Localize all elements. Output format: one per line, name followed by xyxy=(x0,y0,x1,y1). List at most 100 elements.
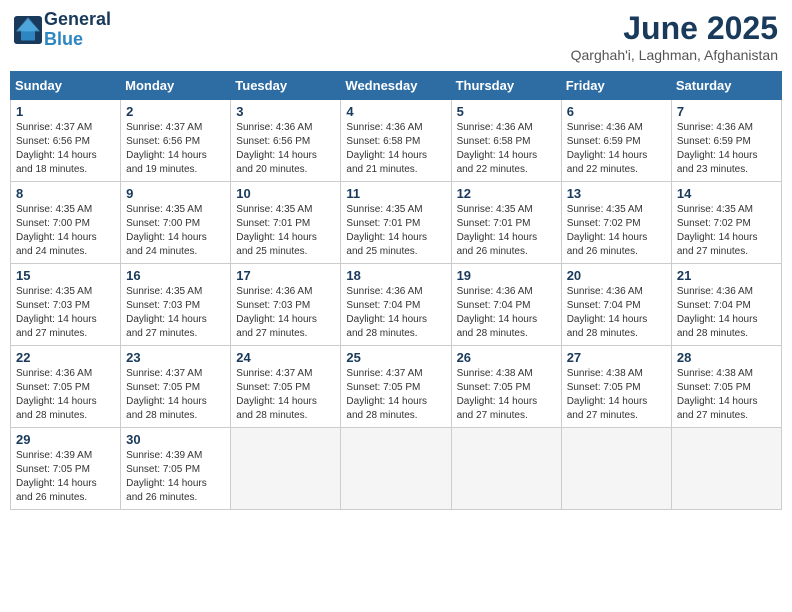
day-info: Sunrise: 4:36 AMSunset: 7:04 PMDaylight:… xyxy=(677,285,776,341)
calendar-table: SundayMondayTuesdayWednesdayThursdayFrid… xyxy=(10,71,782,510)
day-info: Sunrise: 4:36 AMSunset: 6:58 PMDaylight:… xyxy=(346,121,445,177)
day-number: 7 xyxy=(677,104,776,119)
calendar-cell: 26 Sunrise: 4:38 AMSunset: 7:05 PMDaylig… xyxy=(451,346,561,428)
day-number: 11 xyxy=(346,186,445,201)
day-info: Sunrise: 4:39 AMSunset: 7:05 PMDaylight:… xyxy=(16,449,115,505)
day-info: Sunrise: 4:35 AMSunset: 7:00 PMDaylight:… xyxy=(16,203,115,259)
calendar-header-row: SundayMondayTuesdayWednesdayThursdayFrid… xyxy=(11,72,782,100)
col-header-thursday: Thursday xyxy=(451,72,561,100)
day-number: 5 xyxy=(457,104,556,119)
logo: General Blue xyxy=(14,10,111,50)
day-number: 9 xyxy=(126,186,225,201)
calendar-week-row: 29 Sunrise: 4:39 AMSunset: 7:05 PMDaylig… xyxy=(11,428,782,510)
calendar-cell: 25 Sunrise: 4:37 AMSunset: 7:05 PMDaylig… xyxy=(341,346,451,428)
day-info: Sunrise: 4:37 AMSunset: 6:56 PMDaylight:… xyxy=(126,121,225,177)
calendar-cell: 15 Sunrise: 4:35 AMSunset: 7:03 PMDaylig… xyxy=(11,264,121,346)
day-info: Sunrise: 4:38 AMSunset: 7:05 PMDaylight:… xyxy=(457,367,556,423)
calendar-cell: 21 Sunrise: 4:36 AMSunset: 7:04 PMDaylig… xyxy=(671,264,781,346)
calendar-cell: 19 Sunrise: 4:36 AMSunset: 7:04 PMDaylig… xyxy=(451,264,561,346)
calendar-week-row: 1 Sunrise: 4:37 AMSunset: 6:56 PMDayligh… xyxy=(11,100,782,182)
calendar-week-row: 22 Sunrise: 4:36 AMSunset: 7:05 PMDaylig… xyxy=(11,346,782,428)
col-header-friday: Friday xyxy=(561,72,671,100)
day-number: 14 xyxy=(677,186,776,201)
day-number: 16 xyxy=(126,268,225,283)
day-number: 24 xyxy=(236,350,335,365)
calendar-cell: 27 Sunrise: 4:38 AMSunset: 7:05 PMDaylig… xyxy=(561,346,671,428)
title-area: June 2025 Qarghah'i, Laghman, Afghanista… xyxy=(571,10,778,63)
calendar-cell: 20 Sunrise: 4:36 AMSunset: 7:04 PMDaylig… xyxy=(561,264,671,346)
calendar-cell xyxy=(341,428,451,510)
col-header-sunday: Sunday xyxy=(11,72,121,100)
day-number: 6 xyxy=(567,104,666,119)
day-info: Sunrise: 4:35 AMSunset: 7:02 PMDaylight:… xyxy=(567,203,666,259)
calendar-cell: 13 Sunrise: 4:35 AMSunset: 7:02 PMDaylig… xyxy=(561,182,671,264)
day-info: Sunrise: 4:37 AMSunset: 7:05 PMDaylight:… xyxy=(236,367,335,423)
calendar-cell: 24 Sunrise: 4:37 AMSunset: 7:05 PMDaylig… xyxy=(231,346,341,428)
calendar-cell: 10 Sunrise: 4:35 AMSunset: 7:01 PMDaylig… xyxy=(231,182,341,264)
day-info: Sunrise: 4:35 AMSunset: 7:00 PMDaylight:… xyxy=(126,203,225,259)
calendar-cell: 18 Sunrise: 4:36 AMSunset: 7:04 PMDaylig… xyxy=(341,264,451,346)
day-number: 22 xyxy=(16,350,115,365)
logo-icon xyxy=(14,16,42,44)
calendar-cell: 29 Sunrise: 4:39 AMSunset: 7:05 PMDaylig… xyxy=(11,428,121,510)
calendar-cell: 14 Sunrise: 4:35 AMSunset: 7:02 PMDaylig… xyxy=(671,182,781,264)
calendar-cell: 7 Sunrise: 4:36 AMSunset: 6:59 PMDayligh… xyxy=(671,100,781,182)
day-info: Sunrise: 4:38 AMSunset: 7:05 PMDaylight:… xyxy=(677,367,776,423)
day-info: Sunrise: 4:39 AMSunset: 7:05 PMDaylight:… xyxy=(126,449,225,505)
location: Qarghah'i, Laghman, Afghanistan xyxy=(571,47,778,63)
day-number: 18 xyxy=(346,268,445,283)
day-info: Sunrise: 4:37 AMSunset: 6:56 PMDaylight:… xyxy=(16,121,115,177)
day-number: 8 xyxy=(16,186,115,201)
calendar-cell: 8 Sunrise: 4:35 AMSunset: 7:00 PMDayligh… xyxy=(11,182,121,264)
day-number: 20 xyxy=(567,268,666,283)
logo-text: General Blue xyxy=(44,10,111,50)
day-number: 26 xyxy=(457,350,556,365)
day-info: Sunrise: 4:36 AMSunset: 7:04 PMDaylight:… xyxy=(346,285,445,341)
calendar-cell xyxy=(231,428,341,510)
calendar-cell: 12 Sunrise: 4:35 AMSunset: 7:01 PMDaylig… xyxy=(451,182,561,264)
calendar-week-row: 15 Sunrise: 4:35 AMSunset: 7:03 PMDaylig… xyxy=(11,264,782,346)
col-header-tuesday: Tuesday xyxy=(231,72,341,100)
day-number: 29 xyxy=(16,432,115,447)
day-info: Sunrise: 4:36 AMSunset: 6:56 PMDaylight:… xyxy=(236,121,335,177)
day-number: 23 xyxy=(126,350,225,365)
day-info: Sunrise: 4:35 AMSunset: 7:01 PMDaylight:… xyxy=(236,203,335,259)
page-header: General Blue June 2025 Qarghah'i, Laghma… xyxy=(10,10,782,63)
day-number: 17 xyxy=(236,268,335,283)
day-info: Sunrise: 4:36 AMSunset: 7:03 PMDaylight:… xyxy=(236,285,335,341)
day-info: Sunrise: 4:36 AMSunset: 6:58 PMDaylight:… xyxy=(457,121,556,177)
calendar-cell: 2 Sunrise: 4:37 AMSunset: 6:56 PMDayligh… xyxy=(121,100,231,182)
day-number: 19 xyxy=(457,268,556,283)
day-number: 12 xyxy=(457,186,556,201)
day-number: 30 xyxy=(126,432,225,447)
day-info: Sunrise: 4:36 AMSunset: 6:59 PMDaylight:… xyxy=(567,121,666,177)
day-info: Sunrise: 4:36 AMSunset: 7:04 PMDaylight:… xyxy=(457,285,556,341)
day-info: Sunrise: 4:35 AMSunset: 7:03 PMDaylight:… xyxy=(16,285,115,341)
day-number: 3 xyxy=(236,104,335,119)
col-header-wednesday: Wednesday xyxy=(341,72,451,100)
day-info: Sunrise: 4:36 AMSunset: 6:59 PMDaylight:… xyxy=(677,121,776,177)
calendar-cell xyxy=(561,428,671,510)
day-info: Sunrise: 4:35 AMSunset: 7:02 PMDaylight:… xyxy=(677,203,776,259)
day-number: 1 xyxy=(16,104,115,119)
calendar-cell: 28 Sunrise: 4:38 AMSunset: 7:05 PMDaylig… xyxy=(671,346,781,428)
calendar-cell: 3 Sunrise: 4:36 AMSunset: 6:56 PMDayligh… xyxy=(231,100,341,182)
day-info: Sunrise: 4:35 AMSunset: 7:03 PMDaylight:… xyxy=(126,285,225,341)
col-header-saturday: Saturday xyxy=(671,72,781,100)
day-info: Sunrise: 4:36 AMSunset: 7:05 PMDaylight:… xyxy=(16,367,115,423)
day-number: 10 xyxy=(236,186,335,201)
day-info: Sunrise: 4:35 AMSunset: 7:01 PMDaylight:… xyxy=(457,203,556,259)
calendar-week-row: 8 Sunrise: 4:35 AMSunset: 7:00 PMDayligh… xyxy=(11,182,782,264)
day-info: Sunrise: 4:36 AMSunset: 7:04 PMDaylight:… xyxy=(567,285,666,341)
day-number: 21 xyxy=(677,268,776,283)
calendar-cell: 4 Sunrise: 4:36 AMSunset: 6:58 PMDayligh… xyxy=(341,100,451,182)
day-number: 13 xyxy=(567,186,666,201)
calendar-cell: 23 Sunrise: 4:37 AMSunset: 7:05 PMDaylig… xyxy=(121,346,231,428)
col-header-monday: Monday xyxy=(121,72,231,100)
day-info: Sunrise: 4:35 AMSunset: 7:01 PMDaylight:… xyxy=(346,203,445,259)
calendar-cell: 17 Sunrise: 4:36 AMSunset: 7:03 PMDaylig… xyxy=(231,264,341,346)
calendar-cell: 6 Sunrise: 4:36 AMSunset: 6:59 PMDayligh… xyxy=(561,100,671,182)
day-number: 27 xyxy=(567,350,666,365)
day-number: 15 xyxy=(16,268,115,283)
calendar-cell: 22 Sunrise: 4:36 AMSunset: 7:05 PMDaylig… xyxy=(11,346,121,428)
